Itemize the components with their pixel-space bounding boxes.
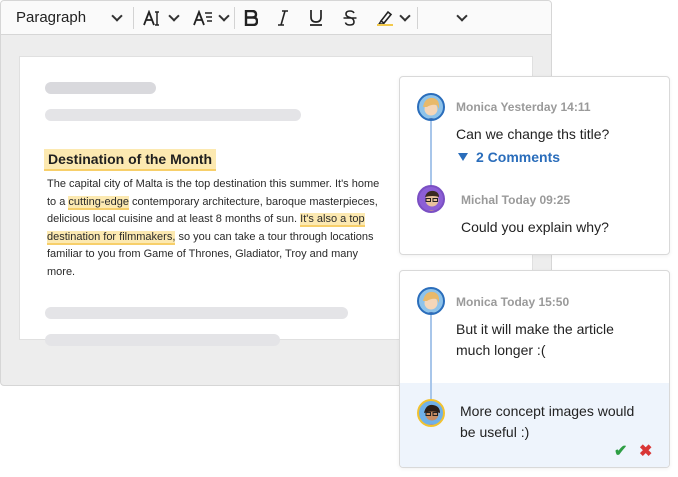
bold-button[interactable] xyxy=(235,1,267,34)
placeholder-line xyxy=(45,307,348,319)
comment-thread-card: Monica Today 15:50 But it will make the … xyxy=(399,270,670,468)
strikethrough-icon xyxy=(343,9,357,26)
strikethrough-button[interactable] xyxy=(333,1,367,34)
bold-icon xyxy=(244,9,258,26)
font-size-button[interactable] xyxy=(134,1,186,34)
chevron-down-icon xyxy=(455,9,468,22)
commented-text-highlight[interactable]: cutting-edge xyxy=(68,195,129,210)
paragraph-format-dropdown[interactable]: Paragraph xyxy=(1,1,133,34)
highlight-color-button[interactable] xyxy=(367,1,417,34)
triangle-down-icon xyxy=(458,153,468,161)
comment-author: Monica Today 15:50 xyxy=(456,295,570,309)
comment-author: Michal Today 09:25 xyxy=(461,193,571,207)
comment-author: Monica Yesterday 14:11 xyxy=(456,100,591,114)
more-options-dropdown[interactable] xyxy=(418,1,498,34)
document-paragraph: The capital city of Malta is the top des… xyxy=(47,176,382,281)
underline-icon xyxy=(310,10,322,26)
placeholder-line xyxy=(45,109,301,121)
font-family-icon xyxy=(192,9,212,25)
comment-thread-card: Monica Yesterday 14:11 Can we change ths… xyxy=(399,76,670,255)
editor-toolbar: Paragraph xyxy=(1,1,551,35)
comment-text: Could you explain why? xyxy=(461,219,609,235)
paragraph-format-label: Paragraph xyxy=(16,9,87,26)
document-heading: Destination of the Month xyxy=(44,149,217,171)
chevron-down-icon xyxy=(111,9,123,22)
italic-icon xyxy=(278,9,288,26)
show-replies-toggle[interactable]: 2 Comments xyxy=(458,149,560,165)
font-family-button[interactable] xyxy=(186,1,234,34)
italic-button[interactable] xyxy=(267,1,299,34)
thread-connector-line xyxy=(430,315,432,403)
placeholder-line xyxy=(45,82,156,94)
reply-draft-text[interactable]: More concept images would be useful :) xyxy=(460,401,650,443)
underline-button[interactable] xyxy=(299,1,333,34)
comment-text: But it will make the article much longer… xyxy=(456,321,614,358)
reject-x-icon[interactable]: ✖ xyxy=(639,441,652,461)
placeholder-line xyxy=(45,334,280,346)
chevron-down-icon xyxy=(217,9,230,22)
avatar xyxy=(417,93,445,121)
replies-count-label: 2 Comments xyxy=(476,149,561,165)
font-size-icon xyxy=(142,9,159,26)
avatar xyxy=(417,185,445,213)
accept-check-icon[interactable]: ✔ xyxy=(614,441,627,461)
avatar xyxy=(417,287,445,315)
avatar xyxy=(417,399,445,427)
highlighter-icon xyxy=(376,10,393,26)
chevron-down-icon xyxy=(167,9,180,22)
chevron-down-icon xyxy=(398,9,411,22)
comment-text: Can we change ths title? xyxy=(456,126,610,142)
